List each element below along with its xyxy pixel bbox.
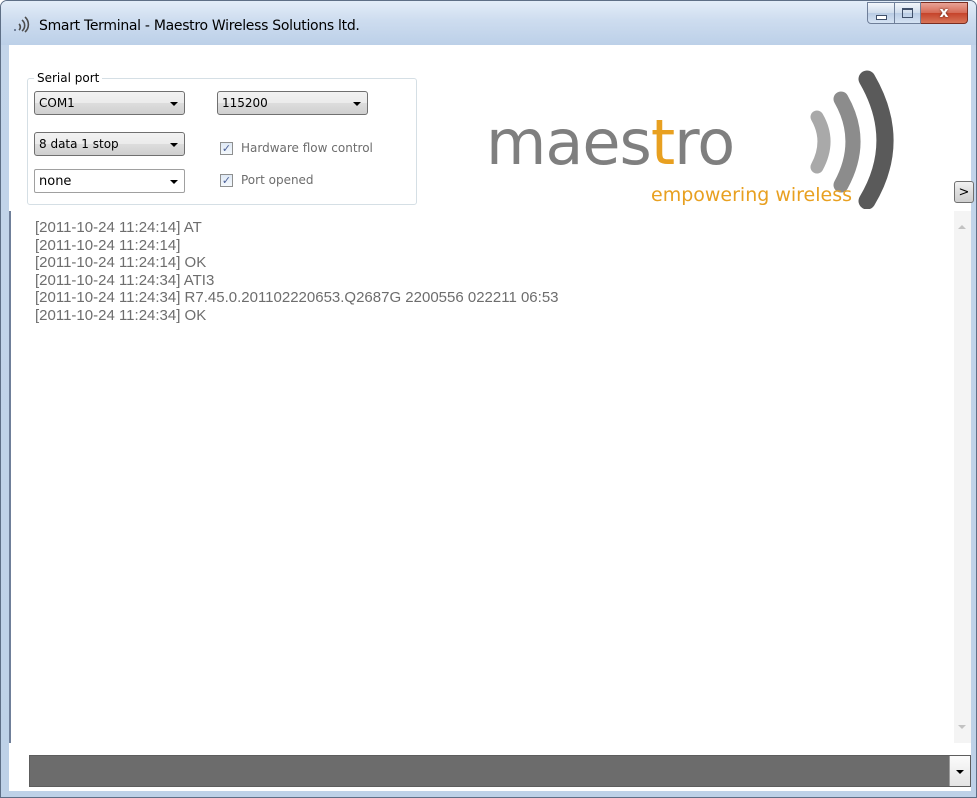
- minimize-button[interactable]: [867, 2, 895, 24]
- log-line: [2011-10-24 11:24:14]: [35, 236, 181, 254]
- title-bar[interactable]: Smart Terminal - Maestro Wireless Soluti…: [1, 1, 976, 45]
- maximize-icon: [902, 8, 913, 18]
- scroll-up-icon[interactable]: [958, 225, 966, 229]
- parity-select[interactable]: none: [34, 169, 185, 193]
- log-lines: [2011-10-24 11:24:14] AT [2011-10-24 11:…: [35, 219, 559, 324]
- log-line: [2011-10-24 11:24:34] R7.45.0.2011022206…: [35, 289, 559, 306]
- signal-waves-icon: [14, 16, 30, 33]
- chevron-down-icon: [353, 102, 361, 106]
- caption-buttons: x: [867, 2, 968, 24]
- expand-button[interactable]: >: [954, 181, 974, 203]
- com-port-value: COM1: [39, 96, 75, 110]
- logo-tagline: empowering wireless: [651, 184, 852, 206]
- log-line: [2011-10-24 11:24:34] ATI3: [35, 271, 215, 289]
- command-combo[interactable]: [29, 755, 971, 787]
- chevron-down-icon: [956, 770, 964, 774]
- log-output[interactable]: [2011-10-24 11:24:14] AT [2011-10-24 11:…: [9, 211, 956, 743]
- close-button[interactable]: x: [921, 2, 968, 24]
- log-line: [2011-10-24 11:24:34] OK: [35, 306, 207, 324]
- chevron-down-icon: [170, 102, 178, 106]
- client-area: Serial port COM1 115200 8 data 1 stop no…: [9, 45, 974, 791]
- command-dropdown-button[interactable]: [949, 756, 970, 786]
- scroll-down-icon[interactable]: [958, 725, 966, 729]
- hardware-flow-control-checkbox[interactable]: ✓ Hardware flow control: [220, 141, 373, 155]
- app-window: Smart Terminal - Maestro Wireless Soluti…: [0, 0, 977, 798]
- framing-value: 8 data 1 stop: [39, 137, 119, 151]
- chevron-down-icon: [170, 180, 178, 184]
- checkmark-icon: ✓: [220, 141, 233, 155]
- parity-value: none: [39, 174, 72, 189]
- minimize-icon: [875, 14, 887, 20]
- port-opened-label: Port opened: [241, 173, 314, 187]
- port-opened-checkbox[interactable]: ✓ Port opened: [220, 173, 314, 187]
- baud-rate-value: 115200: [222, 96, 268, 110]
- svg-text:maestro: maestro: [486, 106, 734, 179]
- serial-port-legend: Serial port: [37, 71, 100, 85]
- com-port-select[interactable]: COM1: [34, 91, 185, 115]
- maestro-logo: maestro empowering wireless: [486, 70, 894, 209]
- log-scrollbar[interactable]: [954, 211, 971, 743]
- log-line: [2011-10-24 11:24:14] OK: [35, 254, 207, 271]
- checkmark-icon: ✓: [220, 173, 233, 187]
- command-input[interactable]: [32, 758, 936, 784]
- log-line: [2011-10-24 11:24:14] AT: [35, 219, 202, 236]
- window-title: Smart Terminal - Maestro Wireless Soluti…: [39, 18, 360, 34]
- maximize-button[interactable]: [895, 2, 921, 24]
- baud-rate-select[interactable]: 115200: [217, 91, 368, 115]
- close-icon: x: [939, 5, 949, 21]
- framing-select[interactable]: 8 data 1 stop: [34, 132, 185, 156]
- chevron-right-icon: >: [958, 184, 970, 200]
- chevron-down-icon: [170, 143, 178, 147]
- hardware-flow-control-label: Hardware flow control: [241, 141, 373, 155]
